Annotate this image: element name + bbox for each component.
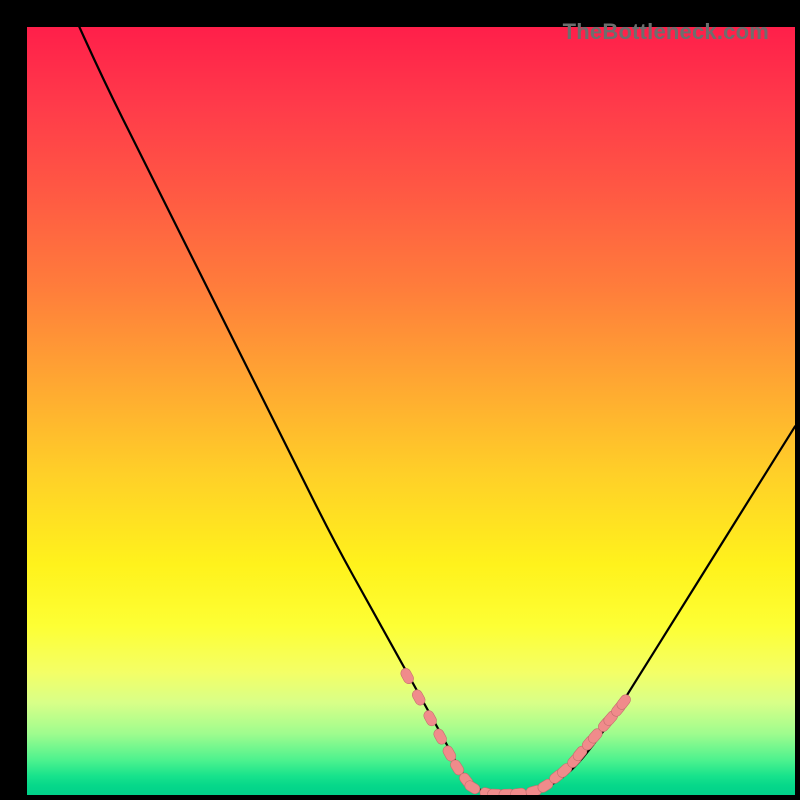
plot-area — [27, 27, 795, 795]
curve-markers — [399, 667, 633, 795]
watermark-text: TheBottleneck.com — [563, 19, 769, 45]
chart-frame: TheBottleneck.com — [11, 11, 789, 789]
bottleneck-chart-svg — [27, 27, 795, 795]
curve-marker — [510, 788, 527, 795]
